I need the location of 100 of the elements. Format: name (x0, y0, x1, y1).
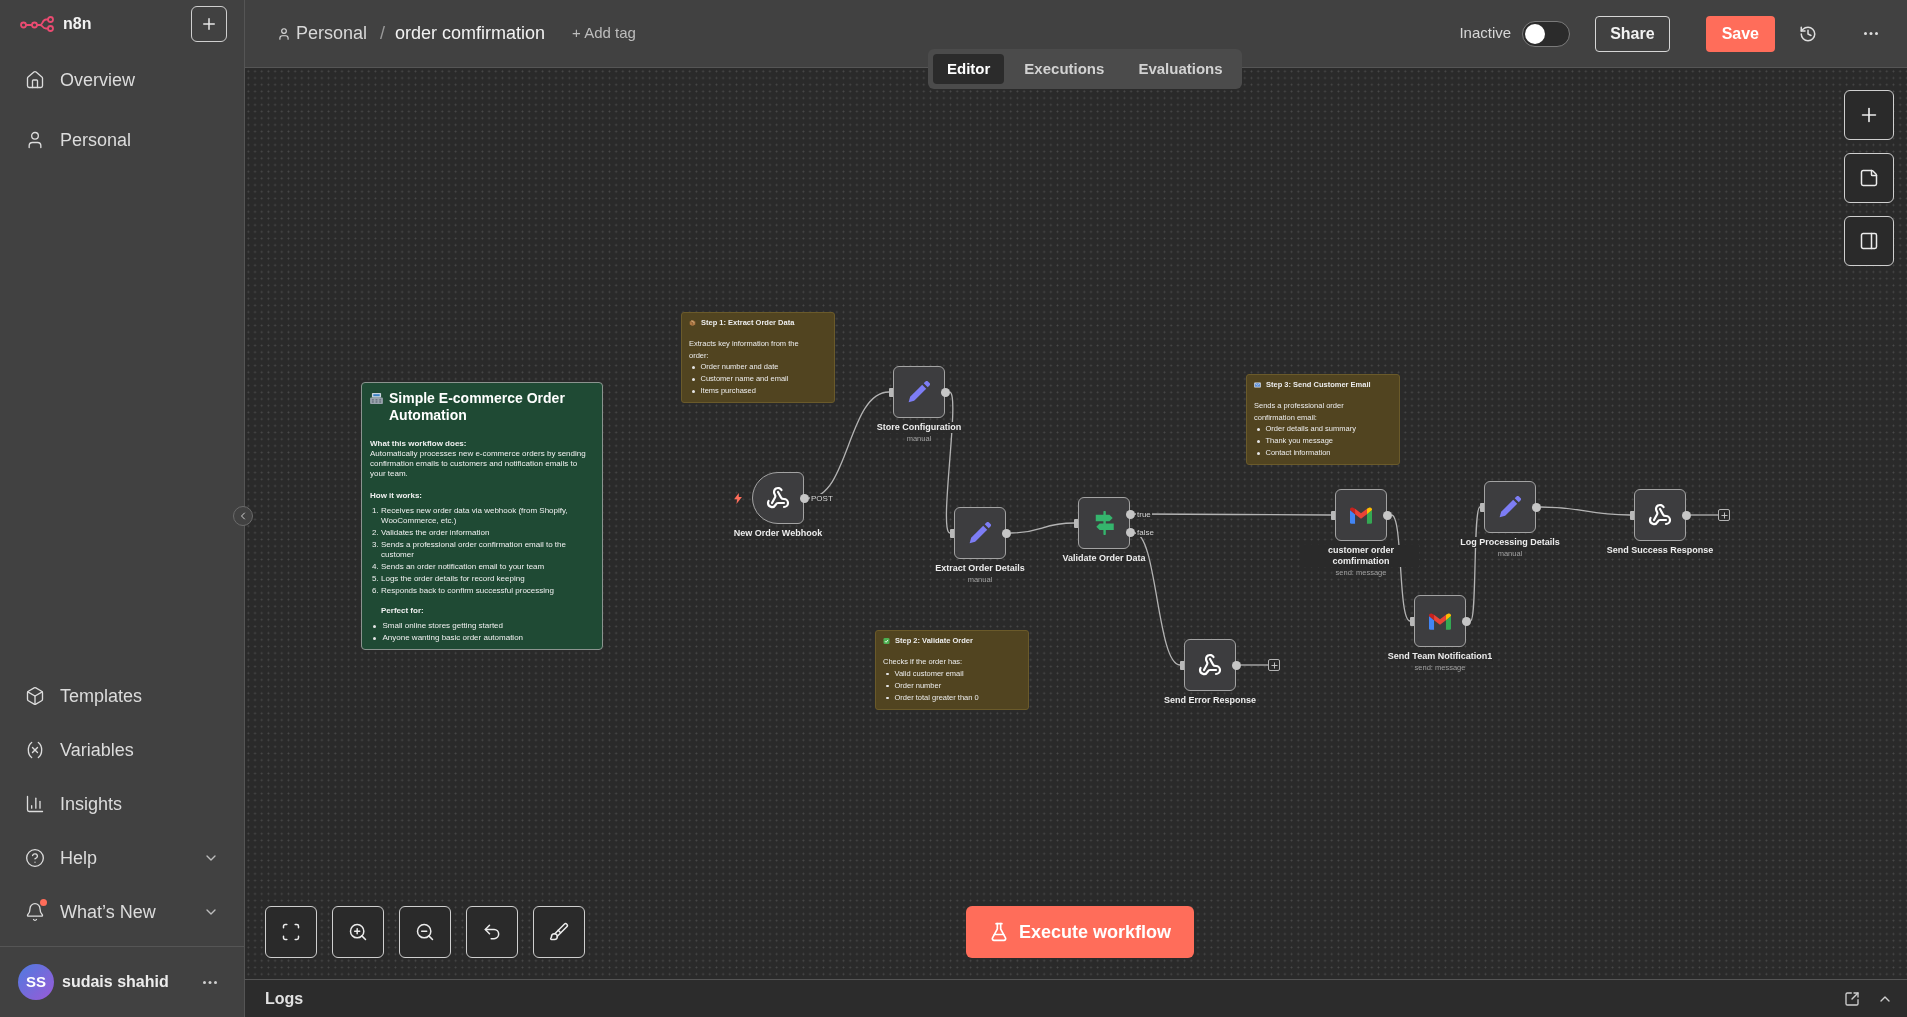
node-label: Extract Order Details (934, 563, 1026, 574)
undo-icon (482, 922, 502, 942)
side-panel-button[interactable] (1844, 216, 1894, 266)
sidebar-nav-item[interactable]: Insights (0, 782, 244, 826)
workflow-name[interactable]: order comfirmation (395, 20, 546, 47)
undo-button[interactable] (466, 906, 518, 958)
mail-m-icon (1429, 612, 1451, 630)
output-handle[interactable] (799, 493, 809, 503)
output-handle[interactable] (1001, 528, 1011, 538)
user-avatar[interactable]: SS (18, 964, 54, 1000)
input-handle[interactable] (1331, 510, 1335, 520)
check-box-icon (883, 638, 890, 644)
clear-button[interactable] (533, 906, 585, 958)
output-handle[interactable] (1531, 502, 1541, 512)
bar-chart-icon (25, 794, 45, 814)
list-item: Small online stores getting started (382, 621, 503, 631)
active-toggle[interactable] (1522, 20, 1571, 47)
view-tab[interactable]: Editor (933, 54, 1005, 84)
logs-title: Logs (265, 988, 305, 1009)
input-handle[interactable] (1074, 518, 1078, 528)
home-icon (25, 70, 45, 90)
ellipsis-icon (1864, 32, 1878, 35)
sticky-note[interactable] (361, 382, 603, 650)
fit-view-button[interactable] (265, 906, 317, 958)
input-handle[interactable] (1480, 502, 1484, 512)
pop-out-icon (1844, 990, 1860, 1007)
zoom-in-icon (348, 922, 368, 942)
sidebar-nav-item[interactable]: Personal (0, 118, 244, 162)
panel-icon (1859, 231, 1879, 251)
workflow-node[interactable] (1414, 595, 1466, 647)
view-tab[interactable]: Evaluations (1124, 54, 1237, 84)
brush-icon (549, 922, 569, 942)
connection-line (1239, 664, 1269, 666)
workflow-node[interactable] (893, 366, 945, 418)
user-icon (277, 26, 291, 41)
add-tag-link[interactable]: + Add tag (572, 22, 636, 45)
output-handle[interactable] (1382, 510, 1392, 520)
branch-label: true (1136, 509, 1152, 519)
output-handle[interactable] (1681, 510, 1691, 520)
zoom-out-button[interactable] (399, 906, 451, 958)
workflow-node[interactable] (752, 472, 804, 524)
connection-line (1689, 514, 1719, 516)
share-button[interactable]: Share (1595, 15, 1670, 52)
list-item: 1. Receives new order data via webhook (from Shopify, WooCommerce, etc.) (371, 506, 569, 526)
input-handle[interactable] (1180, 660, 1184, 670)
list-item: Anyone wanting basic order automation (382, 633, 524, 643)
user-name: sudais shahid (62, 972, 170, 992)
webhook-icon (766, 486, 790, 510)
bullet-icon (886, 696, 889, 699)
variable-icon (25, 740, 45, 760)
ellipsis-icon (203, 980, 217, 984)
workflow-node[interactable] (1184, 639, 1236, 691)
sidebar-nav-item[interactable]: Templates (0, 674, 244, 718)
list-item: 2. Validates the order information (371, 528, 491, 538)
bell-icon (25, 902, 45, 922)
output-handle[interactable] (1231, 660, 1241, 670)
list-item: 4. Sends an order notification email to your team (371, 562, 546, 572)
sidebar-nav-item[interactable]: Help (0, 836, 244, 880)
node-label: Send Error Response (1163, 695, 1257, 706)
box-icon (25, 686, 45, 706)
bullet-icon (1257, 452, 1260, 455)
input-handle[interactable] (950, 528, 954, 538)
workflow-node[interactable] (1484, 481, 1536, 533)
lightning-icon (734, 493, 742, 504)
sidebar-nav-item[interactable]: Variables (0, 728, 244, 772)
new-item-button[interactable] (191, 5, 227, 42)
zoom-out-icon (415, 922, 435, 942)
add-node-button[interactable] (1268, 659, 1280, 671)
input-handle[interactable] (1630, 510, 1634, 520)
output-handle[interactable] (1461, 616, 1471, 626)
status-label: Inactive (1459, 23, 1512, 44)
input-handle[interactable] (1410, 616, 1414, 626)
zoom-in-button[interactable] (332, 906, 384, 958)
add-node-button[interactable] (1844, 90, 1894, 140)
output-handle[interactable] (940, 387, 950, 397)
workflow-node[interactable] (1634, 489, 1686, 541)
sticky-note-button[interactable] (1844, 153, 1894, 203)
mail-m-icon (1350, 506, 1372, 524)
view-tab[interactable]: Executions (1010, 54, 1119, 84)
bullet-icon (886, 672, 889, 675)
sidebar-nav-item[interactable]: What’s New (0, 890, 244, 934)
input-handle[interactable] (889, 387, 893, 397)
pencil-icon (969, 522, 991, 544)
bullet-icon (373, 625, 376, 628)
workflow-node[interactable] (1335, 489, 1387, 541)
toggle-knob-icon (1525, 23, 1546, 44)
workflow-node[interactable] (1078, 497, 1130, 549)
note-heading: What this workflow does: (370, 439, 468, 449)
list-item: 5. Logs the order details for record keeping (371, 574, 526, 584)
breadcrumb-separator: / (380, 22, 386, 45)
output-label: POST (810, 493, 834, 503)
connection-line (1009, 522, 1075, 534)
project-breadcrumb[interactable]: Personal (277, 20, 368, 47)
logo-icon (20, 15, 54, 32)
plus-icon (1269, 660, 1279, 670)
fit-view-icon (281, 922, 301, 942)
add-node-button[interactable] (1718, 509, 1730, 521)
branch-label: false (1136, 527, 1155, 537)
sidebar-nav-item[interactable]: Overview (0, 58, 244, 102)
workflow-node[interactable] (954, 507, 1006, 559)
